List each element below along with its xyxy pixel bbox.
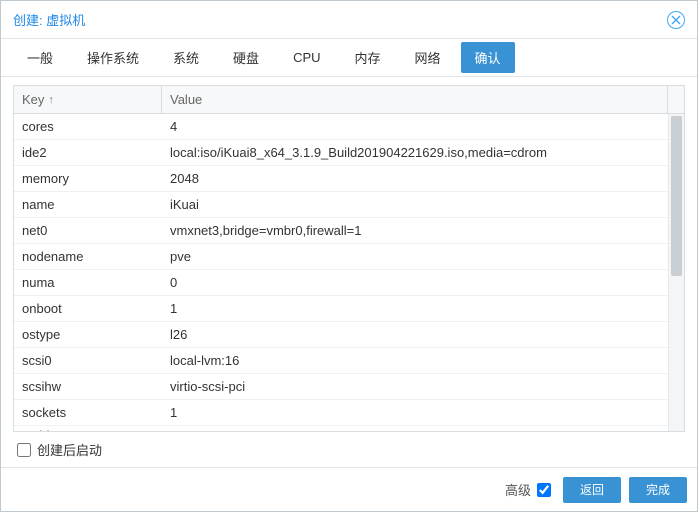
table-row[interactable]: onboot1 bbox=[14, 296, 668, 322]
column-header-value[interactable]: Value bbox=[162, 86, 668, 113]
cell-value: vmxnet3,bridge=vmbr0,firewall=1 bbox=[162, 223, 668, 238]
create-vm-dialog: 创建: 虚拟机 一般 操作系统 系统 硬盘 CPU 内存 网络 确认 Key ↑… bbox=[0, 0, 698, 512]
cell-value: l26 bbox=[162, 327, 668, 342]
cell-key: onboot bbox=[14, 301, 162, 316]
cell-value: local-lvm:16 bbox=[162, 353, 668, 368]
below-grid-area: 创建后启动 bbox=[13, 432, 685, 467]
table-row[interactable]: nameiKuai bbox=[14, 192, 668, 218]
column-header-scrollbar-spacer bbox=[668, 86, 684, 113]
finish-button[interactable]: 完成 bbox=[629, 477, 687, 503]
table-row[interactable]: ostypel26 bbox=[14, 322, 668, 348]
grid-body: cores4ide2local:iso/iKuai8_x64_3.1.9_Bui… bbox=[14, 114, 668, 431]
cell-value: iKuai bbox=[162, 197, 668, 212]
tab-disk[interactable]: 硬盘 bbox=[219, 42, 273, 73]
cell-key: sockets bbox=[14, 405, 162, 420]
table-row[interactable]: sockets1 bbox=[14, 400, 668, 426]
table-row[interactable]: ide2local:iso/iKuai8_x64_3.1.9_Build2019… bbox=[14, 140, 668, 166]
start-after-create-checkbox[interactable]: 创建后启动 bbox=[17, 440, 102, 459]
cell-key: cores bbox=[14, 119, 162, 134]
tab-cpu[interactable]: CPU bbox=[279, 44, 334, 71]
cell-value: 0 bbox=[162, 275, 668, 290]
cell-key: net0 bbox=[14, 223, 162, 238]
cell-key: name bbox=[14, 197, 162, 212]
cell-key: scsi0 bbox=[14, 353, 162, 368]
wizard-tabs: 一般 操作系统 系统 硬盘 CPU 内存 网络 确认 bbox=[1, 39, 697, 77]
cell-value: virtio-scsi-pci bbox=[162, 379, 668, 394]
grid-body-wrap: cores4ide2local:iso/iKuai8_x64_3.1.9_Bui… bbox=[14, 114, 684, 431]
close-icon bbox=[671, 15, 681, 25]
table-row[interactable]: scsi0local-lvm:16 bbox=[14, 348, 668, 374]
cell-value: 1 bbox=[162, 405, 668, 420]
start-after-create-input[interactable] bbox=[17, 443, 31, 457]
cell-key: memory bbox=[14, 171, 162, 186]
cell-value: local:iso/iKuai8_x64_3.1.9_Build20190422… bbox=[162, 145, 668, 160]
footer: 高级 返回 完成 bbox=[1, 467, 697, 511]
start-after-create-label: 创建后启动 bbox=[37, 440, 102, 459]
grid-header: Key ↑ Value bbox=[14, 86, 684, 114]
tab-confirm[interactable]: 确认 bbox=[461, 42, 515, 73]
cell-value: 2048 bbox=[162, 171, 668, 186]
cell-key: numa bbox=[14, 275, 162, 290]
window-title: 创建: 虚拟机 bbox=[13, 10, 667, 29]
table-row[interactable]: cores4 bbox=[14, 114, 668, 140]
vertical-scrollbar[interactable] bbox=[668, 114, 684, 431]
column-header-key-label: Key bbox=[22, 92, 44, 107]
advanced-label: 高级 bbox=[505, 480, 531, 499]
back-button[interactable]: 返回 bbox=[563, 477, 621, 503]
cell-key: vmid bbox=[14, 426, 162, 431]
tab-general[interactable]: 一般 bbox=[13, 42, 67, 73]
table-row[interactable]: scsihwvirtio-scsi-pci bbox=[14, 374, 668, 400]
advanced-checkbox[interactable] bbox=[537, 483, 551, 497]
tab-network[interactable]: 网络 bbox=[401, 42, 455, 73]
table-row[interactable]: memory2048 bbox=[14, 166, 668, 192]
cell-value: 4 bbox=[162, 119, 668, 134]
table-row[interactable]: vmid102 bbox=[14, 426, 668, 431]
tab-memory[interactable]: 内存 bbox=[341, 42, 395, 73]
titlebar: 创建: 虚拟机 bbox=[1, 1, 697, 39]
column-header-key[interactable]: Key ↑ bbox=[14, 86, 162, 113]
cell-key: ostype bbox=[14, 327, 162, 342]
advanced-toggle[interactable]: 高级 bbox=[505, 480, 551, 499]
cell-value: 102 bbox=[162, 426, 668, 431]
table-row[interactable]: numa0 bbox=[14, 270, 668, 296]
scrollbar-thumb[interactable] bbox=[671, 116, 682, 276]
cell-key: nodename bbox=[14, 249, 162, 264]
close-button[interactable] bbox=[667, 11, 685, 29]
column-header-value-label: Value bbox=[170, 92, 202, 107]
summary-grid: Key ↑ Value cores4ide2local:iso/iKuai8_x… bbox=[13, 85, 685, 432]
content-area: Key ↑ Value cores4ide2local:iso/iKuai8_x… bbox=[1, 77, 697, 467]
cell-value: 1 bbox=[162, 301, 668, 316]
cell-key: scsihw bbox=[14, 379, 162, 394]
cell-key: ide2 bbox=[14, 145, 162, 160]
tab-system[interactable]: 系统 bbox=[159, 42, 213, 73]
table-row[interactable]: nodenamepve bbox=[14, 244, 668, 270]
cell-value: pve bbox=[162, 249, 668, 264]
sort-ascending-icon: ↑ bbox=[48, 94, 54, 106]
tab-os[interactable]: 操作系统 bbox=[73, 42, 153, 73]
table-row[interactable]: net0vmxnet3,bridge=vmbr0,firewall=1 bbox=[14, 218, 668, 244]
